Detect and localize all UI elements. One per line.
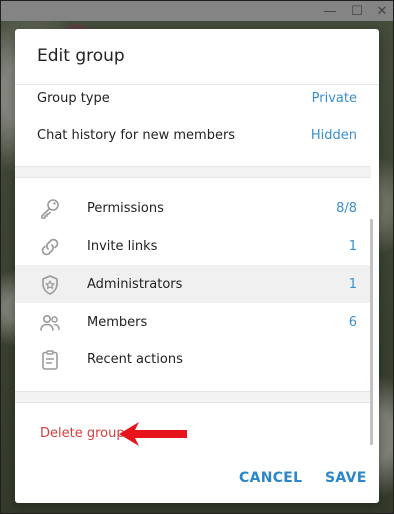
- members-count: 6: [348, 314, 357, 330]
- recent-actions-label: Recent actions: [87, 351, 183, 367]
- admin-shield-icon: [42, 275, 58, 295]
- permissions-count: 8/8: [336, 200, 357, 216]
- link-icon: [41, 238, 59, 256]
- permissions-label: Permissions: [87, 200, 164, 216]
- group-type-row[interactable]: Group type Private: [15, 79, 371, 117]
- section-divider-2: [15, 391, 371, 403]
- cancel-button[interactable]: CANCEL: [239, 470, 302, 486]
- group-type-label: Group type: [37, 90, 110, 106]
- invite-links-row[interactable]: Invite links 1: [15, 227, 371, 265]
- administrators-row[interactable]: Administrators 1: [15, 265, 371, 303]
- members-row[interactable]: Members 6: [15, 303, 371, 341]
- members-icon: [40, 315, 60, 331]
- chat-history-value[interactable]: Hidden: [311, 128, 357, 143]
- save-button[interactable]: SAVE: [325, 470, 367, 486]
- administrators-count: 1: [348, 276, 357, 292]
- members-label: Members: [87, 314, 148, 330]
- permissions-row[interactable]: Permissions 8/8: [15, 189, 371, 227]
- edit-group-dialog: Edit group Group type Private Chat histo…: [15, 29, 379, 503]
- key-icon: [41, 199, 59, 219]
- dialog-title: Edit group: [37, 46, 125, 66]
- invite-links-count: 1: [348, 238, 357, 254]
- administrators-label: Administrators: [87, 276, 183, 292]
- chat-history-row[interactable]: Chat history for new members Hidden: [15, 116, 371, 154]
- recent-actions-row[interactable]: Recent actions: [15, 340, 371, 378]
- chat-history-label: Chat history for new members: [37, 127, 236, 143]
- section-divider: [15, 166, 371, 178]
- scrollbar-thumb[interactable]: [370, 219, 373, 445]
- delete-group-link[interactable]: Delete group: [40, 426, 125, 441]
- group-type-value[interactable]: Private: [312, 91, 357, 106]
- invite-links-label: Invite links: [87, 238, 158, 254]
- clipboard-icon: [42, 350, 58, 370]
- annotation-arrow-icon: [119, 422, 187, 446]
